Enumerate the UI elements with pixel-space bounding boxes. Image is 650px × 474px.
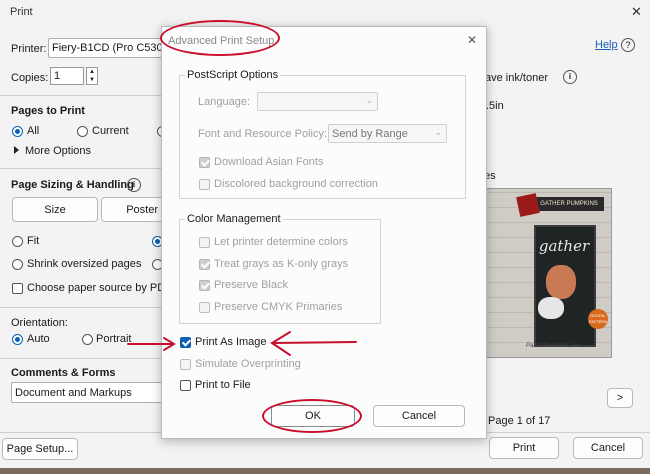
annotation-right-arrow xyxy=(270,331,357,356)
annotation-left-arrow xyxy=(127,337,176,351)
annotation-arrows xyxy=(127,331,357,356)
